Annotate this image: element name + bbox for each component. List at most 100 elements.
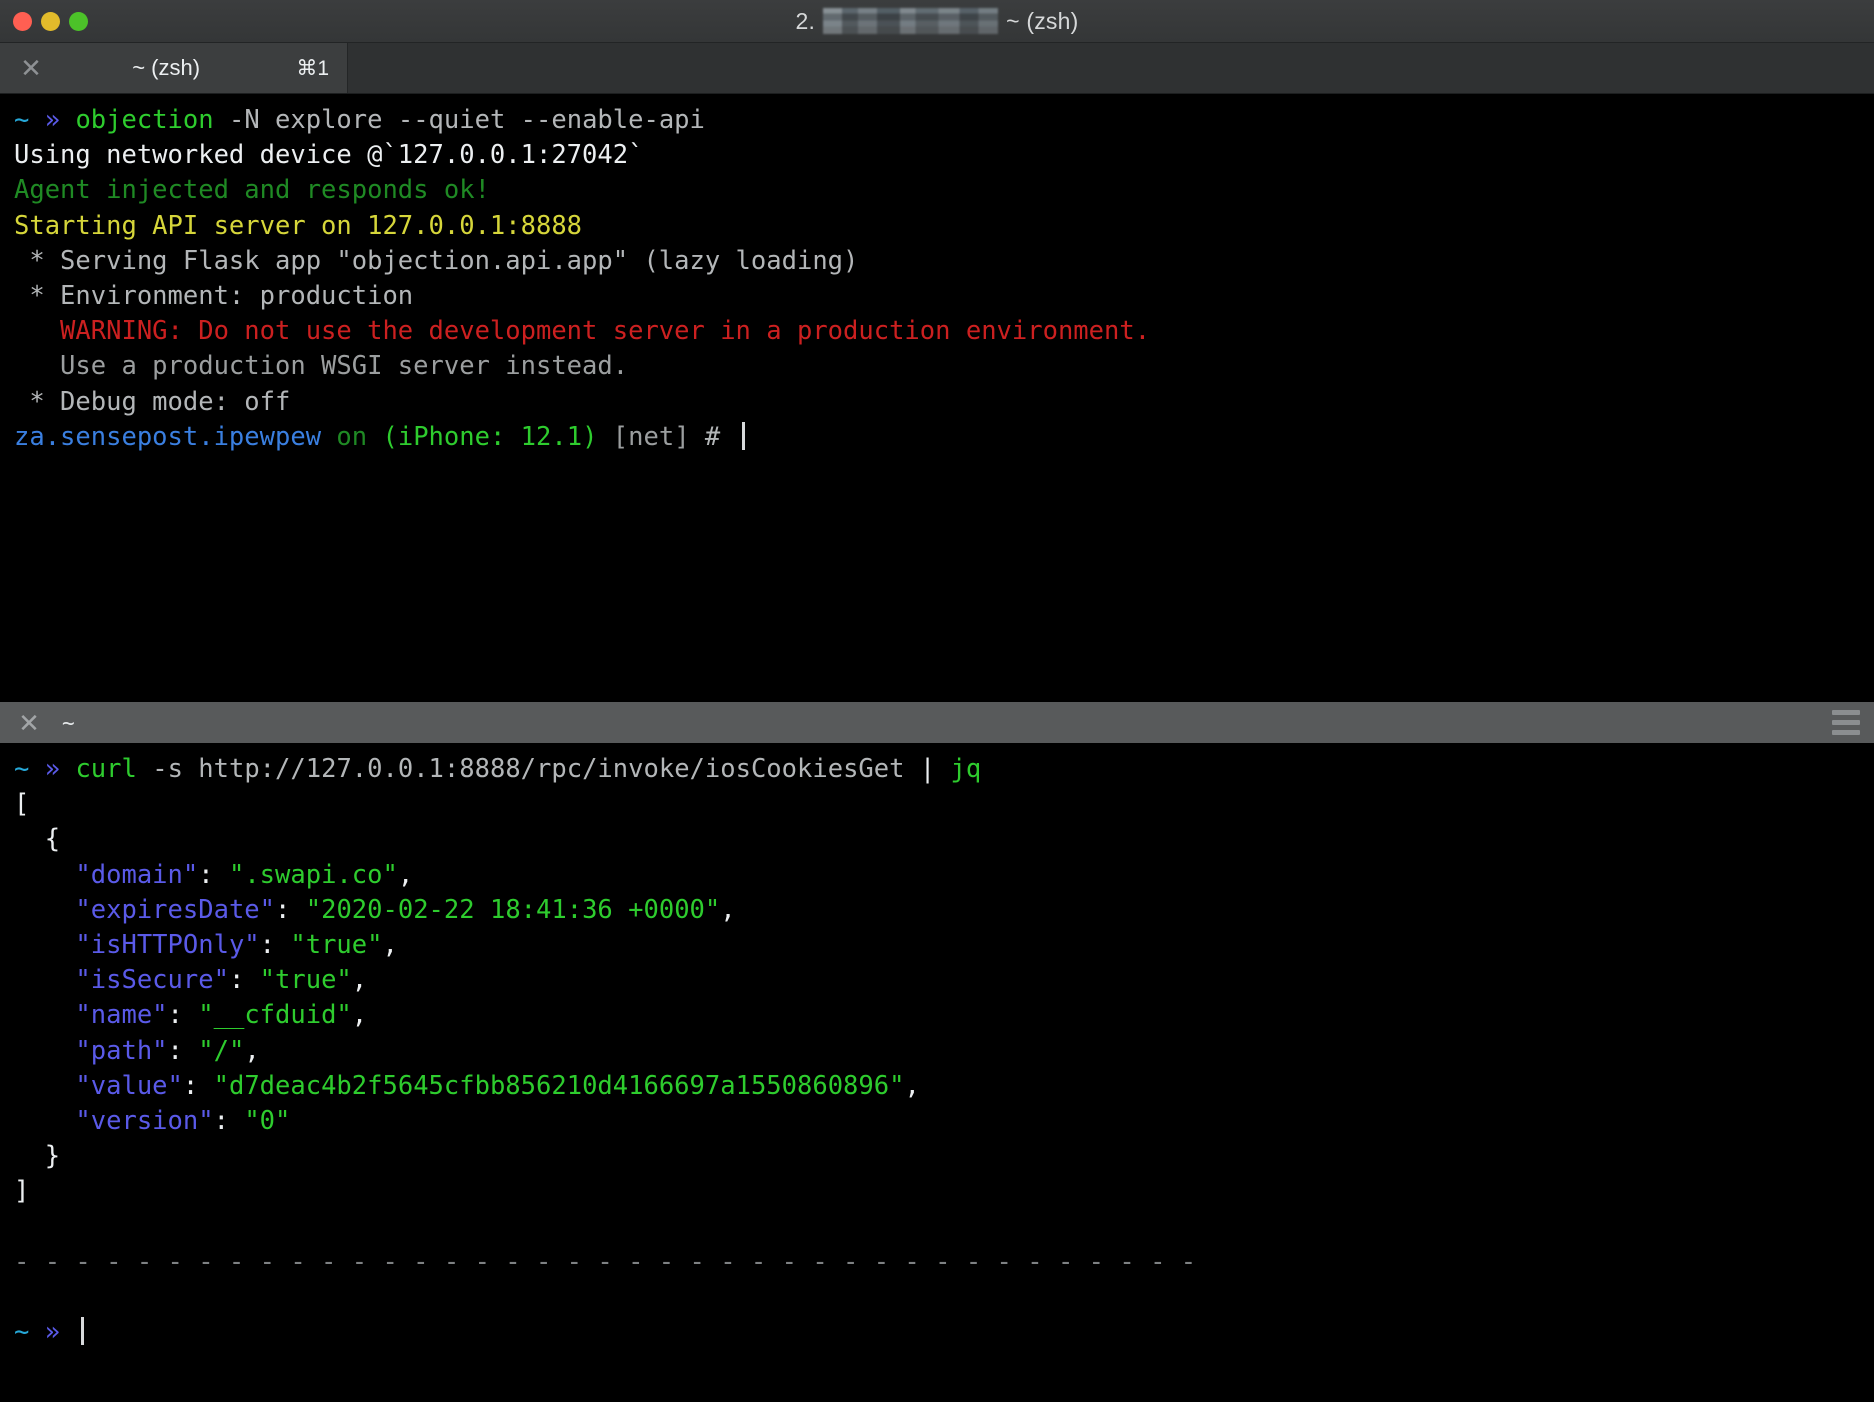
tab-label: ~ (zsh) [132, 55, 201, 80]
terminal-line: ~ » [14, 1315, 1860, 1350]
terminal-text: "/" [198, 1035, 245, 1066]
terminal-text: curl [75, 754, 137, 784]
terminal-text: on [336, 421, 368, 452]
terminal-text: » [44, 754, 61, 784]
terminal-text: "isSecure" [75, 965, 229, 996]
minimize-window-button[interactable] [41, 11, 60, 31]
terminal-text: * Debug mode: off [14, 386, 291, 417]
terminal-output-top: ~ » objection -N explore --quiet --enabl… [0, 94, 1874, 455]
terminal-text: , [351, 1000, 368, 1031]
terminal-line: "name": "__cfduid", [14, 998, 1860, 1033]
terminal-line: [ [14, 787, 1860, 822]
terminal-text: "2020-02-22 18:41:36 +0000" [305, 894, 721, 925]
terminal-text: , [720, 894, 736, 925]
redacted-title-block [823, 8, 999, 34]
terminal-line: "expiresDate": "2020-02-22 18:41:36 +000… [14, 893, 1860, 928]
terminal-text: "name" [75, 1000, 168, 1031]
terminal-text: WARNING: Do not use the development serv… [14, 316, 1151, 347]
tab-bar-empty-area [348, 43, 1874, 93]
terminal-text: ] [14, 1176, 30, 1207]
terminal-line: Agent injected and responds ok! [14, 173, 1860, 208]
tab-bar: ✕ ~ (zsh) ⌘1 [0, 43, 1874, 94]
terminal-text: za.sensepost.ipewpew [14, 421, 322, 452]
terminal-text: ~ [14, 754, 30, 784]
terminal-text: "true" [259, 965, 352, 996]
terminal-text: jq [950, 754, 982, 784]
terminal-line: Starting API server on 127.0.0.1:8888 [14, 209, 1860, 244]
terminal-line: ~ » objection -N explore --quiet --enabl… [14, 103, 1860, 138]
terminal-text: -s http://127.0.0.1:8888/rpc/invoke/iosC… [136, 754, 920, 784]
terminal-text: * Serving Flask app "objection.api.app" … [14, 245, 859, 276]
terminal-text: Starting API server on 127.0.0.1:8888 [14, 210, 583, 241]
terminal-line: "path": "/", [14, 1034, 1860, 1069]
traffic-light-group [0, 11, 88, 31]
terminal-text: , [382, 930, 398, 961]
window-titlebar: 2. ~ (zsh) [0, 0, 1874, 43]
terminal-text: "value" [75, 1070, 183, 1101]
terminal-pane-top[interactable]: ~ » objection -N explore --quiet --enabl… [0, 94, 1874, 702]
terminal-line: { [14, 822, 1860, 857]
terminal-text: , [244, 1035, 260, 1066]
terminal-text: "domain" [75, 859, 199, 890]
tab-zsh[interactable]: ✕ ~ (zsh) ⌘1 [0, 43, 348, 93]
terminal-line: } [14, 1139, 1860, 1174]
terminal-line: "value": "d7deac4b2f5645cfbb856210d41666… [14, 1069, 1860, 1104]
pane-header-bottom: ✕ ~ [0, 702, 1874, 743]
terminal-text: [ [14, 789, 30, 820]
close-icon[interactable]: ✕ [16, 710, 42, 736]
terminal-text: Use a production WSGI server instead. [14, 351, 629, 382]
terminal-text: ~ [14, 105, 30, 135]
terminal-text: Using networked device @`127.0.0.1:27042… [14, 140, 644, 171]
terminal-text: ".swapi.co" [228, 859, 398, 890]
terminal-text: "0" [244, 1106, 291, 1137]
text-cursor [81, 1317, 85, 1346]
terminal-text: { [14, 824, 61, 855]
terminal-text: "isHTTPOnly" [75, 930, 260, 961]
terminal-line: WARNING: Do not use the development serv… [14, 314, 1860, 349]
terminal-line: "isHTTPOnly": "true", [14, 928, 1860, 963]
terminal-text: "d7deac4b2f5645cfbb856210d4166697a155086… [213, 1070, 905, 1101]
text-cursor [741, 421, 745, 450]
terminal-text: [net] [612, 421, 690, 452]
terminal-text: "version" [75, 1106, 214, 1137]
terminal-text: : [213, 1106, 245, 1137]
terminal-text: » [44, 105, 61, 135]
terminal-text: - - - - - - - - - - - - - - - - - - - - … [14, 1246, 1197, 1277]
terminal-pane-bottom[interactable]: ~ » curl -s http://127.0.0.1:8888/rpc/in… [0, 743, 1874, 1402]
maximize-window-button[interactable] [69, 11, 88, 31]
terminal-text: : [259, 930, 291, 961]
terminal-text: , [397, 859, 414, 890]
terminal-text: } [14, 1141, 61, 1172]
terminal-line: "domain": ".swapi.co", [14, 858, 1860, 893]
terminal-text: "expiresDate" [75, 894, 276, 925]
terminal-line: ] [14, 1174, 1860, 1209]
terminal-text: : [167, 1000, 199, 1031]
terminal-line: * Debug mode: off [14, 385, 1860, 420]
terminal-text: "true" [290, 930, 383, 961]
terminal-text: * Environment: production [14, 281, 414, 312]
close-window-button[interactable] [13, 11, 32, 31]
hamburger-icon[interactable] [1832, 710, 1860, 735]
terminal-text: : [198, 859, 229, 890]
terminal-line: * Serving Flask app "objection.api.app" … [14, 244, 1860, 279]
terminal-text: : [167, 1035, 199, 1066]
close-icon[interactable]: ✕ [18, 55, 44, 81]
terminal-line: "version": "0" [14, 1104, 1860, 1139]
terminal-text: # [689, 421, 736, 452]
